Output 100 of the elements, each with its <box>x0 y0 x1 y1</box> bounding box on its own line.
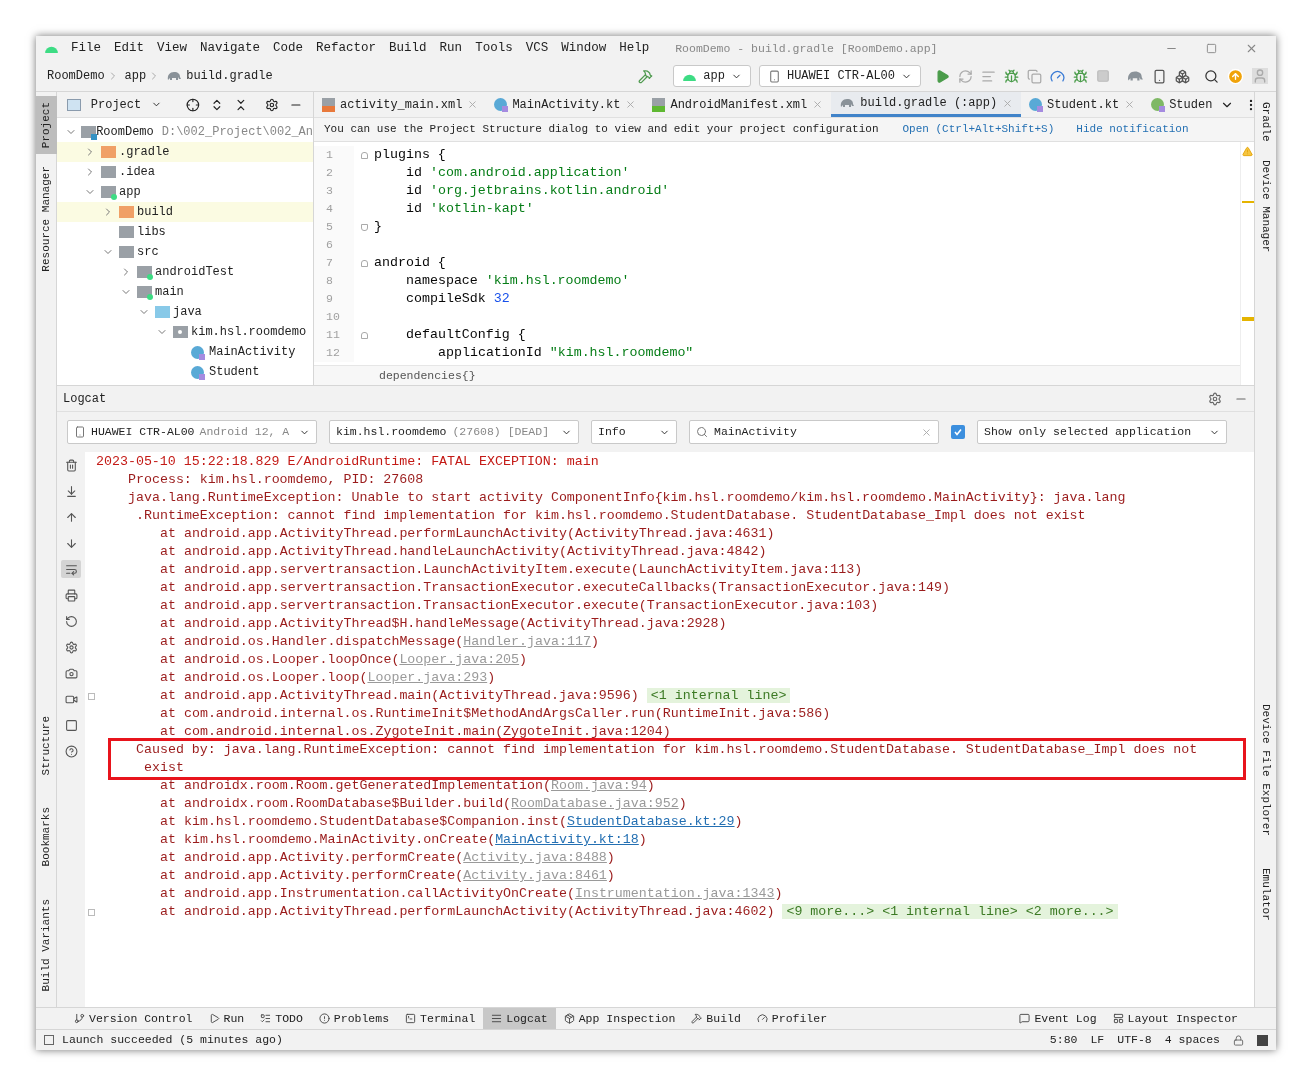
filter-scope-dropdown[interactable]: Show only selected application <box>977 420 1227 444</box>
clear-icon[interactable] <box>921 426 932 438</box>
device-dropdown[interactable]: HUAWEI CTR-AL00 Android 12, A <box>67 420 317 444</box>
tool-window-tab[interactable]: Structure <box>36 709 57 782</box>
status-item[interactable]: LF <box>1090 1031 1105 1049</box>
menu-item[interactable]: Build <box>389 39 427 58</box>
tool-window-tab[interactable]: Terminal <box>397 1007 484 1030</box>
tool-window-tab[interactable]: Layout Inspector <box>1104 1007 1246 1030</box>
tree-item[interactable]: .gradle <box>119 143 170 161</box>
tool-window-tab[interactable]: App Inspection <box>555 1007 684 1030</box>
process-dropdown[interactable]: kim.hsl.roomdemo (27608) [DEAD] <box>329 420 579 444</box>
menu-item[interactable]: Code <box>273 39 304 58</box>
menu-item[interactable]: View <box>157 39 188 58</box>
editor-tab[interactable]: Student.kt <box>1021 92 1144 117</box>
status-item[interactable]: 4 spaces <box>1164 1031 1220 1049</box>
tree-item[interactable]: RoomDemo <box>96 123 154 141</box>
fold-marker-icon[interactable] <box>360 259 368 267</box>
status-toggle-icon[interactable] <box>44 1035 54 1045</box>
sdk-manager-icon[interactable] <box>1175 68 1190 84</box>
apply-changes-icon[interactable] <box>958 68 973 84</box>
fold-marker-icon[interactable] <box>360 331 368 339</box>
notification-link[interactable]: Hide notification <box>1076 121 1189 138</box>
tool-window-tab[interactable]: Project <box>36 96 57 155</box>
tool-window-tab[interactable]: Bookmarks <box>36 801 57 873</box>
tool-window-tab[interactable]: Gradle <box>1255 96 1276 148</box>
tree-item[interactable]: Student <box>209 363 260 381</box>
device-manager-icon[interactable] <box>1152 68 1167 84</box>
tool-window-tab[interactable]: Emulator <box>1255 862 1276 927</box>
tree-item[interactable]: build <box>137 203 173 221</box>
profiler-icon[interactable] <box>1050 68 1065 84</box>
status-item[interactable]: UTF-8 <box>1117 1031 1152 1049</box>
menu-item[interactable]: Help <box>619 39 650 58</box>
editor-tab[interactable]: Studen <box>1143 92 1221 117</box>
tree-item[interactable]: src <box>137 243 159 261</box>
code-breadcrumb[interactable]: dependencies{} <box>379 366 476 385</box>
folded-lines-marker[interactable]: <1 internal line> <box>646 688 791 703</box>
tool-window-tab[interactable]: Build Variants <box>36 892 57 997</box>
editor-tab[interactable]: activity_main.xml <box>314 92 487 117</box>
search-icon[interactable] <box>1204 68 1219 84</box>
source-link[interactable]: MainActivity.kt:18 <box>495 832 639 847</box>
expand-icon[interactable] <box>87 692 95 700</box>
tree-item[interactable]: .idea <box>119 163 155 181</box>
tree-item[interactable]: main <box>155 283 184 301</box>
menu-item[interactable]: VCS <box>525 39 549 58</box>
tree-item[interactable]: MainActivity <box>209 343 296 361</box>
tree-item[interactable]: app <box>119 183 141 201</box>
tool-window-tab[interactable]: Resource Manager <box>36 160 57 278</box>
tool-window-tab[interactable]: Logcat <box>483 1007 556 1030</box>
close-tab-icon[interactable] <box>467 99 479 110</box>
close-tab-icon[interactable] <box>812 99 824 110</box>
close-tab-icon[interactable] <box>1002 97 1014 109</box>
tool-window-tab[interactable]: Device Manager <box>1255 153 1276 259</box>
locate-icon[interactable] <box>186 97 200 112</box>
log-level-dropdown[interactable]: Info <box>591 420 677 444</box>
breadcrumb-item[interactable]: app <box>124 67 147 85</box>
run-icon[interactable] <box>935 68 950 84</box>
tool-window-tab[interactable]: TODO <box>252 1007 311 1030</box>
settings-icon[interactable] <box>265 97 280 112</box>
lock-icon[interactable] <box>1233 1034 1244 1046</box>
fold-marker-icon[interactable] <box>360 223 368 231</box>
tool-window-tab[interactable]: Problems <box>310 1007 398 1030</box>
tool-window-tab[interactable]: Event Log <box>1011 1007 1105 1030</box>
tool-window-tab[interactable]: Build <box>683 1007 749 1030</box>
breadcrumb-item[interactable]: RoomDemo <box>47 67 105 85</box>
tool-window-tab[interactable]: Run <box>200 1007 253 1030</box>
menu-item[interactable]: File <box>71 39 101 58</box>
status-item[interactable]: 5:80 <box>1049 1031 1078 1049</box>
expand-icon[interactable] <box>87 908 95 916</box>
breadcrumb-item[interactable]: build.gradle <box>186 67 273 85</box>
menu-item[interactable]: Refactor <box>316 39 377 58</box>
menu-item[interactable]: Navigate <box>200 39 261 58</box>
debugger-attach-icon[interactable] <box>1073 68 1088 84</box>
tree-item[interactable]: androidTest <box>155 263 235 281</box>
tree-item[interactable]: libs <box>137 223 166 241</box>
list-icon[interactable] <box>981 68 996 84</box>
menu-item[interactable]: Edit <box>114 39 145 58</box>
maximize-icon[interactable] <box>1206 43 1217 54</box>
search-field[interactable]: MainActivity <box>689 420 939 444</box>
tree-item[interactable]: kim.hsl.roomdemo <box>191 323 307 341</box>
attach-icon[interactable] <box>1027 68 1042 84</box>
menu-item[interactable]: Window <box>561 39 607 58</box>
close-tab-icon[interactable] <box>625 99 637 110</box>
close-tab-icon[interactable] <box>1124 99 1136 110</box>
source-link[interactable]: StudentDatabase.kt:29 <box>566 814 735 829</box>
user-avatar-icon[interactable] <box>1252 68 1268 84</box>
editor-tab[interactable]: build.gradle (:app) <box>831 92 1022 117</box>
soft-wrap-icon[interactable] <box>61 560 81 578</box>
menu-item[interactable]: Run <box>439 39 463 58</box>
update-icon[interactable] <box>1227 67 1244 85</box>
editor-tab[interactable]: AndroidManifest.xml <box>644 92 832 117</box>
project-view-selector[interactable]: Project <box>90 95 142 114</box>
folded-lines-marker[interactable]: <9 more...> <1 internal line> <2 more...> <box>782 904 1118 919</box>
tool-window-tab[interactable]: Profiler <box>748 1007 836 1030</box>
menu-item[interactable]: Tools <box>475 39 513 58</box>
device-dropdown[interactable]: HUAWEI CTR-AL00 <box>758 65 921 87</box>
close-icon[interactable] <box>1245 42 1258 55</box>
tool-window-tab[interactable]: Device File Explorer <box>1255 698 1276 843</box>
tree-item[interactable]: java <box>173 303 202 321</box>
tool-window-tab[interactable]: Version Control <box>66 1007 201 1030</box>
run-config-dropdown[interactable]: app <box>673 65 751 87</box>
